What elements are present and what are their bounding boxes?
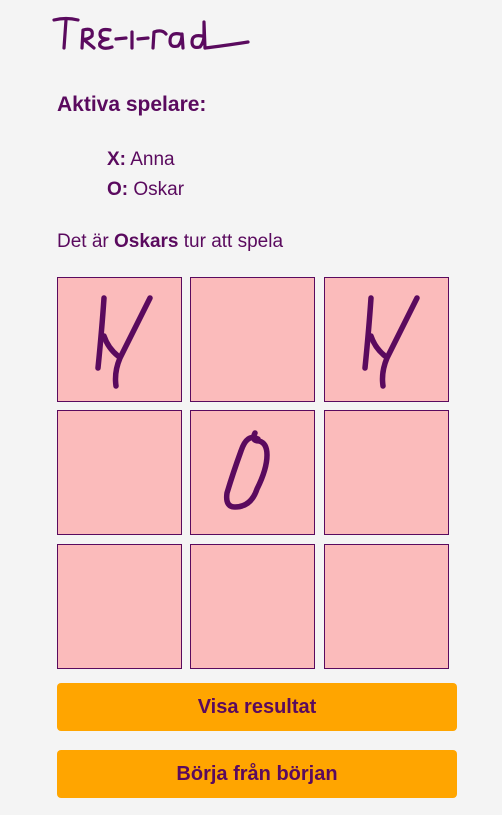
turn-suffix: tur att spela [178, 231, 284, 252]
board-cell-1[interactable] [57, 277, 182, 402]
board-cell-7[interactable] [57, 544, 182, 669]
o-mark-icon [223, 430, 270, 510]
turn-player-name: Oskars [114, 231, 179, 252]
player-list: X: Anna O: Oskar [107, 145, 184, 205]
restart-button[interactable]: Börja från början [57, 750, 457, 798]
board-cell-6[interactable] [324, 410, 449, 535]
player-x-label: X: [107, 149, 126, 170]
turn-indicator: Det är Oskars tur att spela [57, 231, 283, 253]
x-mark-icon [95, 295, 153, 389]
show-results-button[interactable]: Visa resultat [57, 683, 457, 731]
board-cell-9[interactable] [324, 544, 449, 669]
app-logo: Tre-i-rad [52, 12, 252, 56]
board-cell-2[interactable] [190, 277, 315, 402]
player-o-name: Oskar [133, 179, 185, 200]
board-cell-3[interactable] [324, 277, 449, 402]
board-cell-4[interactable] [57, 410, 182, 535]
board-cell-8[interactable] [190, 544, 315, 669]
player-o-label: O: [107, 179, 129, 200]
player-x: X: Anna [107, 145, 184, 175]
board-cell-5[interactable] [190, 410, 315, 535]
player-x-name: Anna [130, 149, 175, 170]
turn-prefix: Det är [57, 231, 115, 252]
logo-lettering [52, 16, 250, 50]
player-o: O: Oskar [107, 175, 184, 205]
x-mark-icon [362, 295, 420, 389]
players-heading: Aktiva spelare: [57, 93, 207, 116]
game-board [57, 277, 451, 670]
